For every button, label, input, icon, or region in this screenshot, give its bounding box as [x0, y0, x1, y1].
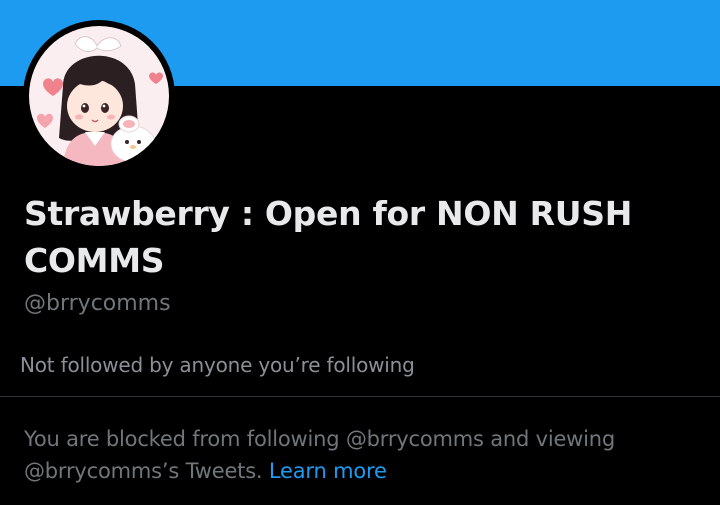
blocked-notice: You are blocked from following @brrycomm…	[24, 423, 704, 487]
blocked-notice-line2: @brrycomms’s Tweets.	[24, 459, 263, 483]
avatar-illustration	[29, 26, 169, 166]
profile-avatar[interactable]	[23, 20, 175, 172]
profile-page: Strawberry : Open for NON RUSH COMMS @br…	[0, 0, 720, 505]
blocked-notice-line2-wrap: @brrycomms’s Tweets. Learn more	[24, 455, 704, 487]
profile-handle: @brrycomms	[24, 291, 171, 316]
followers-you-know-note: Not followed by anyone you’re following	[20, 353, 415, 377]
profile-display-name: Strawberry : Open for NON RUSH COMMS	[24, 194, 633, 280]
blocked-notice-line1: You are blocked from following @brrycomm…	[24, 427, 616, 451]
section-divider	[0, 396, 720, 397]
learn-more-link[interactable]: Learn more	[269, 459, 387, 483]
